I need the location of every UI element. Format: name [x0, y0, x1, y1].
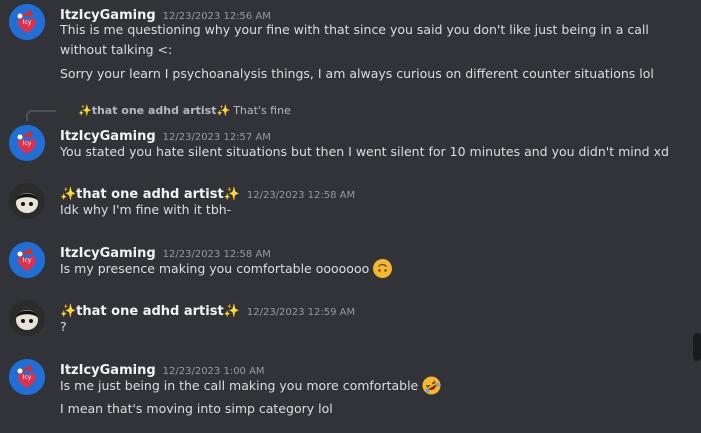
- user-avatar-icy[interactable]: Icy: [9, 4, 45, 40]
- reply-author: ✨that one adhd artist✨: [78, 104, 231, 117]
- reply-preview[interactable]: ✨that one adhd artist✨ That's fine: [60, 103, 291, 117]
- scrollbar-thumb[interactable]: [693, 333, 701, 361]
- message-text: This is me questioning why your fine wit…: [60, 22, 649, 57]
- message-text-content: Is my presence making you comfortable oo…: [60, 261, 370, 276]
- user-avatar-icy[interactable]: Icy: [9, 242, 45, 278]
- user-avatar-adhd[interactable]: [9, 183, 45, 219]
- message-text: Is my presence making you comfortable oo…: [60, 259, 393, 279]
- user-avatar-adhd[interactable]: [9, 300, 45, 336]
- rofl-face-icon[interactable]: [422, 376, 441, 395]
- message-text-content: Is me just being in the call making you …: [60, 378, 419, 393]
- message-text: You stated you hate silent situations bu…: [60, 144, 669, 159]
- reply-connector: [26, 110, 56, 121]
- message-text: Sorry your learn I psychoanalysis things…: [60, 66, 654, 81]
- message-text: I mean that's moving into simp category …: [60, 401, 333, 416]
- user-avatar-icy[interactable]: Icy: [9, 125, 45, 161]
- svg-text:Icy: Icy: [23, 374, 32, 381]
- svg-text:Icy: Icy: [23, 19, 32, 26]
- svg-text:Icy: Icy: [23, 140, 32, 147]
- svg-text:Icy: Icy: [23, 257, 32, 264]
- message-text: Idk why I'm fine with it tbh-: [60, 202, 232, 217]
- timestamp: 12/23/2023 12:58 AM: [246, 190, 356, 201]
- message-text: Is me just being in the call making you …: [60, 376, 441, 396]
- author-name[interactable]: ✨that one adhd artist✨: [60, 304, 240, 319]
- reply-text: That's fine: [233, 104, 291, 117]
- reply-avatar-icon: [60, 103, 74, 117]
- message-header: ✨that one adhd artist✨ 12/23/2023 12:59 A…: [60, 300, 355, 319]
- user-avatar-icy[interactable]: Icy: [9, 359, 45, 395]
- upside-down-face-icon[interactable]: [373, 259, 393, 278]
- timestamp: 12/23/2023 12:59 AM: [246, 307, 356, 318]
- message-text: ?: [60, 319, 67, 334]
